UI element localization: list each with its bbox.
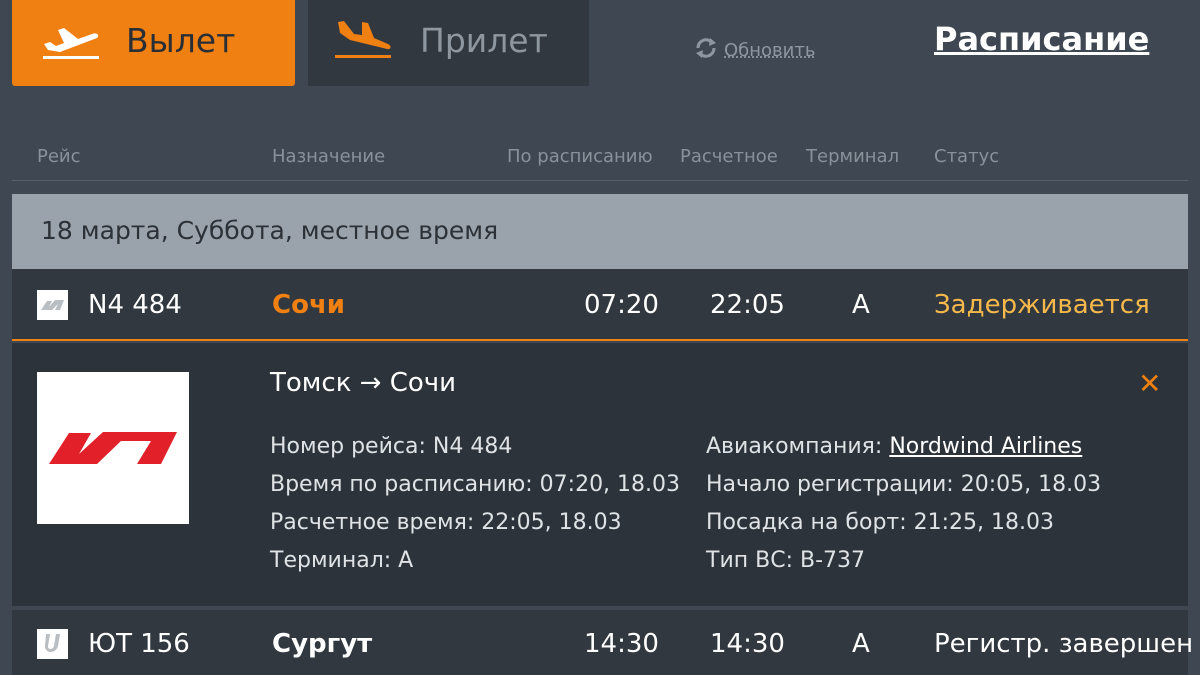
refresh-icon [692, 34, 720, 67]
col-header-flight: Рейс [37, 146, 81, 167]
flight-number: ЮТ 156 [88, 629, 190, 659]
detail-airline: Авиакомпания: Nordwind Airlines [706, 434, 1101, 472]
detail-estimated-time: Расчетное время: 22:05, 18.03 [270, 510, 680, 548]
col-header-destination: Назначение [272, 146, 385, 167]
flight-scheduled: 14:30 [584, 629, 659, 659]
flight-route: Томск → Сочи [270, 368, 456, 398]
col-header-status: Статус [934, 146, 999, 167]
date-bar-text: 18 марта, Суббота, местное время [41, 216, 498, 245]
tab-arrivals-label: Прилет [420, 21, 548, 60]
detail-checkin-start: Начало регистрации: 20:05, 18.03 [706, 472, 1101, 510]
flight-row[interactable]: ЮТ 156 Сургут 14:30 14:30 A Регистр. зав… [12, 610, 1188, 675]
detail-flight-number: Номер рейса: N4 484 [270, 434, 680, 472]
refresh-button[interactable]: Обновить [692, 34, 815, 67]
detail-terminal: Терминал: A [270, 548, 680, 586]
col-header-terminal: Терминал [806, 146, 899, 167]
col-header-estimated: Расчетное [680, 146, 778, 167]
detail-column-left: Номер рейса: N4 484 Время по расписанию:… [270, 434, 680, 586]
flight-estimated: 14:30 [710, 629, 785, 659]
close-icon[interactable]: ✕ [1138, 370, 1161, 398]
flight-destination: Сургут [272, 629, 372, 659]
refresh-label: Обновить [724, 40, 815, 61]
flight-row[interactable]: N4 484 Сочи 07:20 22:05 A Задерживается [12, 269, 1188, 341]
flight-terminal: A [852, 290, 870, 320]
flight-destination: Сочи [272, 290, 345, 320]
detail-column-right: Авиакомпания: Nordwind Airlines Начало р… [706, 434, 1101, 586]
flight-number: N4 484 [88, 290, 182, 320]
flight-status: Задерживается [934, 290, 1150, 320]
col-header-scheduled: По расписанию [507, 146, 653, 167]
schedule-link[interactable]: Расписание [934, 20, 1149, 58]
plane-takeoff-icon [40, 18, 102, 70]
flight-estimated: 22:05 [710, 290, 785, 320]
flight-status: Регистр. завершен [934, 629, 1193, 659]
tab-departures-label: Вылет [126, 21, 235, 60]
detail-scheduled-time: Время по расписанию: 07:20, 18.03 [270, 472, 680, 510]
nordwind-logo-icon [37, 290, 68, 320]
column-headers: Рейс Назначение По расписанию Расчетное … [12, 140, 1188, 181]
detail-airline-label: Авиакомпания: [706, 434, 889, 459]
airline-link[interactable]: Nordwind Airlines [889, 434, 1082, 459]
utair-logo-icon [37, 629, 68, 659]
nordwind-logo [37, 372, 189, 524]
flight-scheduled: 07:20 [584, 290, 659, 320]
date-bar: 18 марта, Суббота, местное время [12, 194, 1188, 269]
flight-detail-panel: Томск → Сочи ✕ Номер рейса: N4 484 Время… [12, 343, 1188, 608]
flight-terminal: A [852, 629, 870, 659]
tab-arrivals[interactable]: Прилет [308, 0, 589, 86]
plane-landing-icon [332, 18, 394, 70]
tab-departures[interactable]: Вылет [12, 0, 295, 86]
detail-aircraft-type: Тип ВС: B-737 [706, 548, 1101, 586]
detail-boarding: Посадка на борт: 21:25, 18.03 [706, 510, 1101, 548]
